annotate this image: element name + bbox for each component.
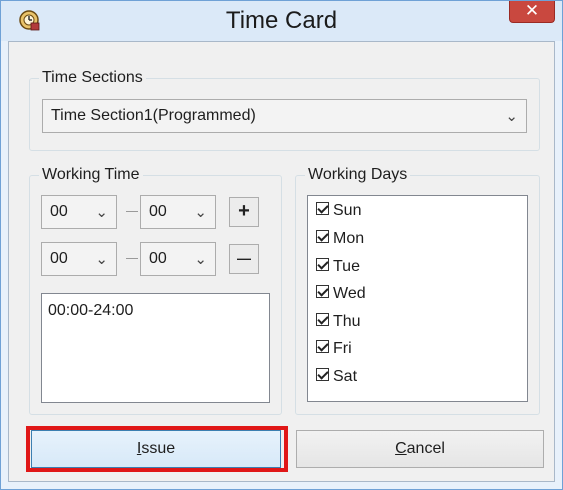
cancel-label: ancel xyxy=(406,440,445,457)
day-checkbox-tue[interactable]: Tue xyxy=(316,258,360,284)
day-label: Mon xyxy=(333,230,365,247)
start-minute-dropdown[interactable]: 00 ⌄ xyxy=(140,195,216,229)
end-minute-value: 00 xyxy=(149,250,167,267)
start-minute-value: 00 xyxy=(149,203,167,220)
checkbox-checked-icon[interactable] xyxy=(316,313,329,327)
range-separator xyxy=(126,258,138,259)
time-card-window: Time Card ✕ Time Sections Time Section1(… xyxy=(0,0,563,490)
time-section-dropdown[interactable]: Time Section1(Programmed) ⌄ xyxy=(42,99,527,133)
checkbox-checked-icon[interactable] xyxy=(316,368,329,382)
remove-time-button[interactable]: — xyxy=(229,244,259,274)
day-checkbox-thu[interactable]: Thu xyxy=(316,313,361,339)
day-label: Thu xyxy=(333,313,361,330)
checkbox-checked-icon[interactable] xyxy=(316,258,329,272)
working-time-legend: Working Time xyxy=(39,165,143,185)
day-label: Wed xyxy=(333,285,366,302)
plus-icon: + xyxy=(238,200,250,222)
start-hour-dropdown[interactable]: 00 ⌄ xyxy=(41,195,117,229)
chevron-down-icon: ⌄ xyxy=(505,108,518,125)
day-checkbox-mon[interactable]: Mon xyxy=(316,230,364,256)
chevron-down-icon: ⌄ xyxy=(194,251,207,268)
day-label: Sat xyxy=(333,368,358,385)
checkbox-checked-icon[interactable] xyxy=(316,340,329,354)
list-item[interactable]: 00:00-24:00 xyxy=(48,302,133,320)
day-label: Tue xyxy=(333,258,360,275)
working-days-list: Sun Mon Tue Wed Thu Fri Sat xyxy=(307,195,528,402)
cancel-button[interactable]: Cancel xyxy=(296,430,544,468)
dialog-client-area: Time Sections Time Section1(Programmed) … xyxy=(8,41,555,482)
end-hour-dropdown[interactable]: 00 ⌄ xyxy=(41,242,117,276)
checkbox-checked-icon[interactable] xyxy=(316,285,329,299)
time-section-selected: Time Section1(Programmed) xyxy=(51,107,256,124)
chevron-down-icon: ⌄ xyxy=(95,251,108,268)
day-label: Fri xyxy=(333,340,352,357)
working-days-group: Working Days Sun Mon Tue Wed Thu Fri Sat xyxy=(295,165,540,415)
day-checkbox-sun[interactable]: Sun xyxy=(316,202,361,228)
title-bar[interactable]: Time Card ✕ xyxy=(1,1,562,41)
end-hour-value: 00 xyxy=(50,250,68,267)
day-checkbox-wed[interactable]: Wed xyxy=(316,285,366,311)
issue-button-highlight xyxy=(26,426,288,472)
working-days-legend: Working Days xyxy=(305,165,411,185)
close-icon: ✕ xyxy=(524,1,540,20)
chevron-down-icon: ⌄ xyxy=(95,204,108,221)
close-button[interactable]: ✕ xyxy=(509,1,555,23)
end-minute-dropdown[interactable]: 00 ⌄ xyxy=(140,242,216,276)
range-separator xyxy=(126,211,138,212)
add-time-button[interactable]: + xyxy=(229,197,259,227)
day-checkbox-fri[interactable]: Fri xyxy=(316,340,352,366)
window-title: Time Card xyxy=(225,7,338,34)
checkbox-checked-icon[interactable] xyxy=(316,230,329,244)
checkbox-checked-icon[interactable] xyxy=(316,202,329,216)
day-checkbox-sat[interactable]: Sat xyxy=(316,368,357,394)
time-list[interactable]: 00:00-24:00 xyxy=(41,293,270,403)
minus-icon: — xyxy=(237,250,251,266)
cancel-mnemonic: C xyxy=(395,440,407,457)
time-sections-legend: Time Sections xyxy=(39,68,146,88)
time-sections-group: Time Sections Time Section1(Programmed) … xyxy=(29,68,540,151)
start-hour-value: 00 xyxy=(50,203,68,220)
chevron-down-icon: ⌄ xyxy=(194,204,207,221)
working-time-group: Working Time 00 ⌄ 00 ⌄ + 00 ⌄ 00 ⌄ — 00:… xyxy=(29,165,282,415)
day-label: Sun xyxy=(333,202,362,219)
